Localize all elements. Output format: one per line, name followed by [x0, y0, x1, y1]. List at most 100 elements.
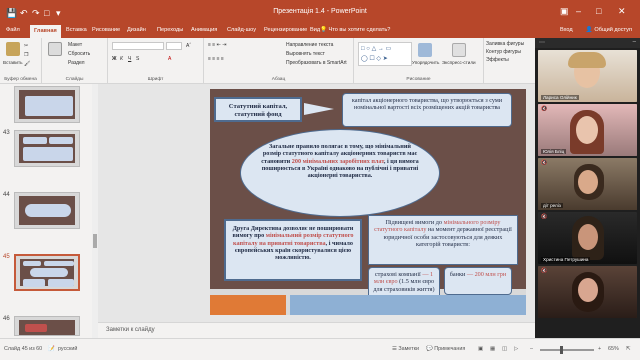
normal-view-icon[interactable]: ▣: [478, 346, 483, 352]
capital-definition-text: капітал акціонерного товариства, що утво…: [351, 97, 503, 112]
notes-pane[interactable]: Заметки к слайду: [98, 322, 535, 338]
increased-requirements-text-1: Підвищені вимоги до: [385, 219, 443, 226]
slide-number-46: 46: [3, 316, 10, 322]
slide-number-45: 45: [3, 254, 10, 260]
reading-view-icon[interactable]: ◫: [502, 346, 507, 352]
ribbon: Вставить ✂ ❐ 🖌 Буфер обмена Макет Сброси…: [0, 38, 535, 84]
quick-styles-button[interactable]: Экспресс-стили: [442, 60, 476, 65]
shape-outline-button[interactable]: Контур фигуры: [486, 49, 521, 55]
text-direction-button[interactable]: Направление текста: [286, 42, 333, 48]
tab-animations[interactable]: Анимация: [191, 27, 217, 33]
tab-review[interactable]: Рецензирование: [264, 27, 307, 33]
tab-design[interactable]: Дизайн: [127, 27, 146, 33]
minimize-icon[interactable]: –: [576, 6, 581, 16]
quick-styles-icon[interactable]: [452, 43, 466, 57]
thumbnail-bg: [19, 196, 75, 225]
video-panel-header: ⋯ –: [535, 38, 640, 48]
increased-requirements-box[interactable]: Підвищені вимоги до мінімального розміру…: [368, 215, 518, 265]
banks-box[interactable]: банки — 200 млн грн: [444, 267, 512, 295]
general-rule-highlight: 200 мінімальних заробітних плат: [291, 157, 384, 165]
copy-icon[interactable]: ❐: [24, 52, 28, 58]
slide-thumbnail-42[interactable]: [14, 86, 80, 123]
smartart-button[interactable]: Преобразовать в SmartArt: [286, 60, 347, 66]
zoom-in-icon[interactable]: +: [598, 346, 601, 352]
tab-file[interactable]: Файл: [6, 27, 20, 33]
notes-toggle[interactable]: ☰ Заметки: [392, 346, 419, 352]
participant-name: Юлія Бліц: [541, 149, 567, 154]
slide-thumbnail-44[interactable]: [14, 192, 80, 229]
close-icon[interactable]: ✕: [618, 6, 626, 17]
thumbnail-block: [48, 279, 74, 287]
notes-placeholder: Заметки к слайду: [106, 327, 155, 333]
sign-in-link[interactable]: Вход: [560, 27, 573, 33]
layout-button[interactable]: Макет: [68, 42, 82, 48]
shadow-icon[interactable]: S: [136, 56, 139, 62]
tab-draw[interactable]: Рисование: [92, 27, 120, 33]
share-button[interactable]: 👤 Общий доступ: [586, 27, 632, 33]
drawing-label: Рисование: [406, 77, 431, 82]
format-painter-icon[interactable]: 🖌: [24, 61, 30, 67]
tab-insert[interactable]: Вставка: [66, 27, 87, 33]
fit-slide-icon[interactable]: ⇱: [626, 346, 631, 352]
bold-icon[interactable]: Ж: [112, 56, 117, 62]
thumbnail-block: [44, 261, 74, 266]
underline-icon[interactable]: Ч: [128, 56, 131, 62]
align-text-button[interactable]: Выровнять текст: [286, 51, 325, 57]
tab-slideshow[interactable]: Слайд-шоу: [227, 27, 256, 33]
participant-tile[interactable]: 🔇 Христина Петрушина: [538, 212, 637, 264]
slide-thumbnail-46[interactable]: [14, 316, 80, 336]
more-icon[interactable]: ⋯: [539, 39, 545, 46]
tell-me-search[interactable]: 💡 Что вы хотите сделать?: [320, 27, 390, 33]
participant-tile[interactable]: 🔇: [538, 266, 637, 318]
capital-definition-box[interactable]: капітал акціонерного товариства, що утво…: [342, 93, 512, 127]
slides-label: Слайды: [65, 77, 84, 82]
section-button[interactable]: Раздел: [68, 60, 85, 66]
maximize-icon[interactable]: □: [596, 6, 601, 16]
font-color-icon[interactable]: A: [168, 56, 171, 62]
orange-footer-bar: [210, 295, 286, 315]
new-slide-icon[interactable]: [48, 42, 62, 56]
arrange-button[interactable]: Упорядочить: [412, 60, 439, 65]
slideshow-view-icon[interactable]: ▷: [514, 346, 518, 352]
shape-effects-button[interactable]: Эффекты: [486, 57, 509, 63]
current-slide[interactable]: Статутний капітал, статутний фонд капіта…: [210, 89, 526, 315]
cut-icon[interactable]: ✂: [24, 43, 28, 49]
shape-fill-button[interactable]: Заливка фигуры: [486, 41, 524, 47]
zoom-slider-thumb[interactable]: [560, 346, 563, 354]
zoom-level[interactable]: 65%: [608, 346, 619, 352]
shapes-gallery[interactable]: □ ○ △ → ▭ ◯ ☐ ◇ ➤: [358, 42, 412, 66]
tab-view[interactable]: Вид: [310, 27, 320, 33]
minimize-panel-icon[interactable]: –: [633, 39, 636, 45]
participant-face-front: [576, 116, 598, 144]
participant-tile[interactable]: 🔇 діт реліз: [538, 158, 637, 210]
arrange-icon[interactable]: [418, 43, 432, 57]
participant-tile[interactable]: Лариса Олійник: [538, 50, 637, 102]
comments-toggle[interactable]: 💬 Примечания: [426, 346, 465, 352]
zoom-slider[interactable]: [540, 346, 594, 354]
zoom-out-icon[interactable]: –: [530, 346, 533, 352]
font-name-field[interactable]: [112, 42, 164, 50]
statutory-capital-box[interactable]: Статутний капітал, статутний фонд: [214, 97, 302, 122]
paste-button[interactable]: Вставить: [3, 60, 22, 65]
font-size-field[interactable]: [166, 42, 182, 50]
tab-home[interactable]: Главная: [30, 25, 61, 38]
spellcheck-icon[interactable]: 📝: [48, 346, 55, 352]
slide-thumbnail-45[interactable]: [14, 254, 80, 291]
general-rule-ellipse[interactable]: Загальне правило полягає в тому, що міні…: [240, 129, 440, 217]
sorter-view-icon[interactable]: ▦: [490, 346, 495, 352]
ribbon-display-icon[interactable]: ▣: [560, 6, 569, 17]
italic-icon[interactable]: К: [120, 56, 123, 62]
thumbnail-block: [30, 268, 68, 277]
thumbnail-block: [25, 96, 73, 116]
grow-font-icon[interactable]: Aˆ: [186, 43, 191, 49]
participant-tile[interactable]: 🔇 Юлія Бліц: [538, 104, 637, 156]
paste-icon[interactable]: [6, 42, 20, 56]
second-directive-box[interactable]: Друга Директива дозволяє не поширювати в…: [224, 219, 362, 281]
bullets-icon[interactable]: ≡ ≡ ⇤ ⇥: [208, 42, 226, 48]
slide-thumbnail-43[interactable]: [14, 130, 80, 167]
reset-button[interactable]: Сбросить: [68, 51, 90, 57]
scrollbar-thumb[interactable]: [93, 234, 97, 248]
align-icons[interactable]: ≡ ≡ ≡ ≡: [208, 56, 224, 62]
language-indicator[interactable]: русский: [58, 346, 77, 352]
tab-transitions[interactable]: Переходы: [157, 27, 183, 33]
